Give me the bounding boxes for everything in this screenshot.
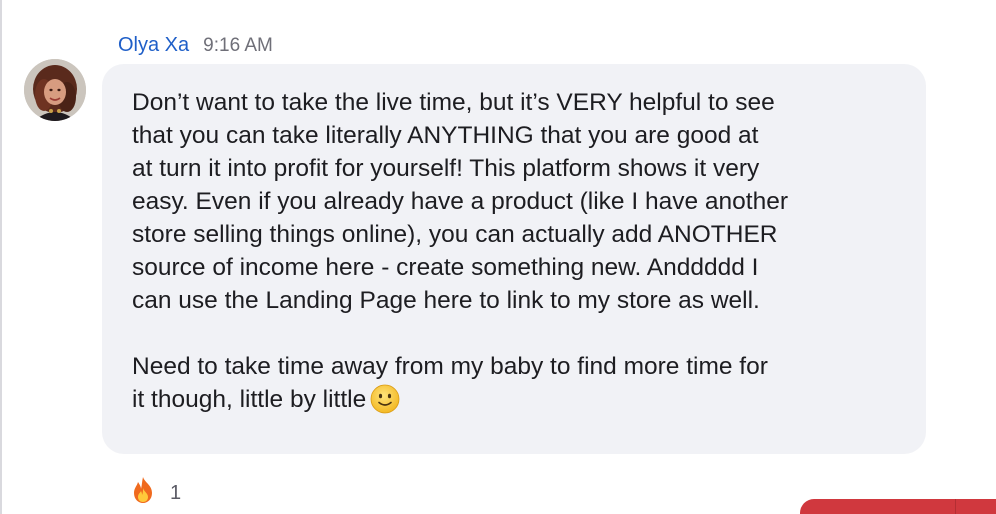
slightly-smiling-face-icon <box>370 384 400 423</box>
message-header: Olya Xa 9:16 AM <box>118 34 273 57</box>
message-line: source of income here - create something… <box>132 254 759 281</box>
message-line: can use the Landing Page here to link to… <box>132 287 760 314</box>
reaction-count: 1 <box>170 481 182 504</box>
message-line: easy. Even if you already have a product… <box>132 188 788 215</box>
reaction-pill[interactable]: 1 <box>130 476 181 510</box>
message-timestamp[interactable]: 9:16 AM <box>203 35 273 57</box>
message-line: it though, little by little <box>132 386 367 413</box>
avatar-photo <box>24 59 86 121</box>
sender-name[interactable]: Olya Xa <box>118 34 189 57</box>
message-bubble: Don’t want to take the live time, but it… <box>102 64 926 454</box>
message-paragraph-2: Need to take time away from my baby to f… <box>132 350 900 423</box>
avatar[interactable] <box>24 59 86 121</box>
red-action-button[interactable] <box>800 499 996 514</box>
message-line-with-emoji: it though, little by little <box>132 383 900 423</box>
message-line: Need to take time away from my baby to f… <box>132 353 768 380</box>
chat-message-screen: Olya Xa 9:16 AM Don’t want to take the l… <box>0 0 996 514</box>
message-line: Don’t want to take the live time, but it… <box>132 89 775 116</box>
left-divider <box>0 0 2 514</box>
message-line: at turn it into profit for yourself! Thi… <box>132 155 760 182</box>
fire-icon <box>130 476 156 510</box>
message-paragraph-1: Don’t want to take the live time, but it… <box>132 86 900 317</box>
message-line: store selling things online), you can ac… <box>132 221 778 248</box>
button-divider <box>955 499 956 514</box>
message-line: that you can take literally ANYTHING tha… <box>132 122 759 149</box>
